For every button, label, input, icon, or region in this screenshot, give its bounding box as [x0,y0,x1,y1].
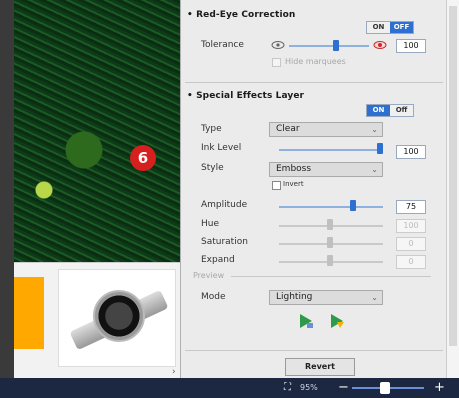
fit-screen-icon[interactable]: ⛶ [284,382,296,394]
app-window: › 6 • Red-Eye Correction ON OFF Toleranc… [0,0,459,398]
hue-slider-thumb[interactable] [327,219,333,230]
style-dropdown-value: Emboss [276,164,312,174]
amplitude-slider-thumb[interactable] [349,200,356,211]
special-effects-on-option[interactable]: ON [367,105,390,116]
expand-label: Expand [201,255,235,265]
panel-scrollbar-thumb[interactable] [449,6,457,346]
thumbnail-watch[interactable] [58,269,176,367]
red-eye-on-option[interactable]: ON [367,22,390,33]
mode-dropdown-value: Lighting [276,292,313,302]
hide-marquees-label: Hide marquees [285,57,346,66]
red-eye-section-title[interactable]: • Red-Eye Correction [187,10,295,20]
section-divider [185,82,443,83]
red-eye-off-option[interactable]: OFF [390,22,413,33]
amplitude-value-field[interactable]: 75 [396,200,426,214]
amplitude-label: Amplitude [201,200,248,210]
left-edge [0,0,14,378]
apply-effect-icon[interactable] [298,313,314,329]
zoom-out-button[interactable]: − [338,380,349,396]
chevron-down-icon: ⌄ [371,165,378,174]
image-canvas[interactable]: › [14,0,180,378]
special-effects-off-option[interactable]: Off [390,105,413,116]
status-bar: ⛶ 95% − + [0,378,459,398]
tolerance-value-field[interactable]: 100 [396,39,426,53]
invert-checkbox[interactable] [272,181,281,190]
red-eye-toggle[interactable]: ON OFF [366,21,414,34]
style-label: Style [201,163,224,173]
mode-label: Mode [201,292,226,302]
type-dropdown-value: Clear [276,124,300,134]
apply-all-icon[interactable] [329,313,345,329]
zoom-in-button[interactable]: + [434,380,445,396]
tolerance-slider-thumb[interactable] [333,40,340,51]
saturation-slider-thumb[interactable] [327,237,333,248]
tolerance-slider-track[interactable] [289,45,369,47]
hide-marquees-checkbox[interactable] [272,58,281,67]
watch-face [93,290,145,342]
preview-label: Preview [193,271,225,280]
zoom-slider-thumb[interactable] [380,382,390,394]
type-label: Type [201,124,222,134]
chevron-down-icon: ⌄ [371,293,378,302]
main-image-leaf [14,0,180,262]
ink-level-value-field[interactable]: 100 [396,145,426,159]
style-dropdown[interactable]: Emboss ⌄ [269,162,383,177]
bottom-divider [185,350,443,351]
settings-panel: • Red-Eye Correction ON OFF Tolerance 10… [180,0,446,378]
saturation-value-field[interactable]: 0 [396,237,426,251]
invert-label: Invert [283,180,304,188]
scroll-right-arrow-icon[interactable]: › [172,367,176,377]
hue-value-field[interactable]: 100 [396,219,426,233]
callout-badge: 6 [130,145,156,171]
tolerance-label: Tolerance [201,40,244,50]
expand-value-field[interactable]: 0 [396,255,426,269]
panel-scrollbar[interactable] [446,0,459,378]
thumbnail-orange[interactable] [14,277,44,349]
eye-red-icon [373,41,387,49]
ink-level-label: Ink Level [201,143,242,153]
ink-level-slider-track[interactable] [279,149,383,151]
saturation-label: Saturation [201,237,248,247]
preview-divider [231,276,431,277]
mode-dropdown[interactable]: Lighting ⌄ [269,290,383,305]
type-dropdown[interactable]: Clear ⌄ [269,122,383,137]
special-effects-toggle[interactable]: ON Off [366,104,414,117]
chevron-down-icon: ⌄ [371,125,378,134]
thumbnail-strip: › [14,262,180,378]
special-effects-section-title[interactable]: • Special Effects Layer [187,91,304,101]
expand-slider-thumb[interactable] [327,255,333,266]
revert-button[interactable]: Revert [285,358,355,376]
hue-label: Hue [201,219,220,229]
ink-level-slider-thumb[interactable] [377,143,383,154]
zoom-percent: 95% [300,383,318,392]
amplitude-slider-track[interactable] [279,206,383,208]
eye-open-icon [271,41,285,49]
